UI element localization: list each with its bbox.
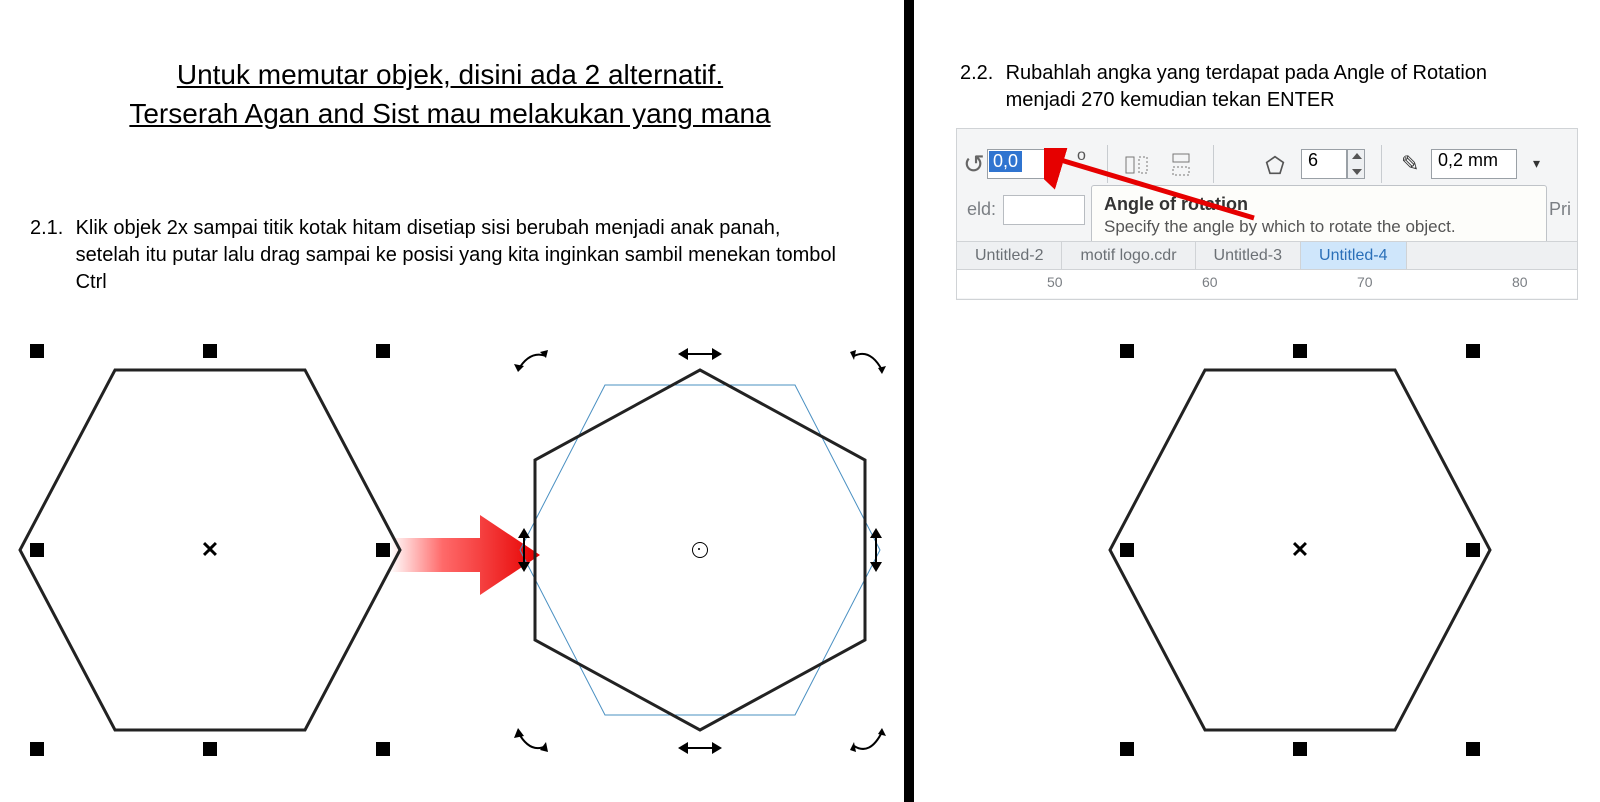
eld-input[interactable] xyxy=(1003,195,1085,225)
object-center-marker: ✕ xyxy=(1291,537,1309,563)
outline-width-dropdown-icon[interactable]: ▾ xyxy=(1533,155,1540,172)
step-2-1-number: 2.1. xyxy=(30,215,70,242)
resize-handle[interactable] xyxy=(376,543,390,557)
eld-label: eld: xyxy=(967,199,996,220)
title-line1: Untuk memutar objek, disini ada 2 altern… xyxy=(177,59,723,90)
resize-handle[interactable] xyxy=(1293,344,1307,358)
skew-handle-icon[interactable] xyxy=(678,344,722,364)
tab-untitled-2[interactable]: Untitled-2 xyxy=(957,242,1062,270)
resize-handle[interactable] xyxy=(1293,742,1307,756)
step-2-2-text: Rubahlah angka yang terdapat pada Angle … xyxy=(1006,60,1546,114)
outline-width-value: 0,2 mm xyxy=(1438,150,1498,170)
tooltip-description: Specify the angle by which to rotate the… xyxy=(1104,217,1534,237)
title-line2: Terserah Agan and Sist mau melakukan yan… xyxy=(129,98,770,129)
resize-handle[interactable] xyxy=(30,543,44,557)
step-2-2-number: 2.2. xyxy=(960,60,1000,87)
rotate-handle-icon[interactable] xyxy=(510,344,554,378)
object-center-marker: ✕ xyxy=(201,537,219,563)
hexagon-selected-resize: ✕ xyxy=(10,330,410,770)
sides-spinner[interactable] xyxy=(1347,149,1365,179)
rotate-handle-icon[interactable] xyxy=(846,344,890,378)
tutorial-title: Untuk memutar objek, disini ada 2 altern… xyxy=(40,55,860,133)
tab-motif-logo[interactable]: motif logo.cdr xyxy=(1062,242,1195,270)
rotation-icon: ↺ xyxy=(963,149,985,180)
vertical-divider xyxy=(904,0,914,802)
resize-handle[interactable] xyxy=(203,742,217,756)
rotate-handle-icon[interactable] xyxy=(510,724,554,758)
rotate-handle-icon[interactable] xyxy=(846,724,890,758)
resize-handle[interactable] xyxy=(1466,543,1480,557)
degree-symbol: o xyxy=(1077,147,1086,165)
separator-icon xyxy=(1213,145,1214,183)
polygon-shape-icon[interactable] xyxy=(1257,147,1293,183)
hexagon-result: ✕ xyxy=(1100,330,1500,770)
ruler-tick: 60 xyxy=(1202,274,1218,290)
hexagon-rotate-mode xyxy=(500,330,900,770)
horizontal-ruler: 50 60 70 80 xyxy=(957,269,1577,298)
resize-handle[interactable] xyxy=(1120,543,1134,557)
step-2-2: 2.2. Rubahlah angka yang terdapat pada A… xyxy=(960,60,1560,114)
step-2-1: 2.1. Klik objek 2x sampai titik kotak hi… xyxy=(30,215,860,296)
rotation-center-marker[interactable] xyxy=(692,542,708,558)
angle-tooltip: Angle of rotation Specify the angle by w… xyxy=(1091,185,1547,248)
separator-icon xyxy=(1107,145,1108,183)
tab-untitled-4[interactable]: Untitled-4 xyxy=(1301,242,1406,270)
resize-handle[interactable] xyxy=(376,742,390,756)
separator-icon xyxy=(1381,145,1382,183)
ruler-tick: 80 xyxy=(1512,274,1528,290)
property-bar: ↺ 0,0 o 6 ✎ 0,2 mm ▾ eld: Pri Angle of r… xyxy=(956,128,1578,300)
resize-handle[interactable] xyxy=(1466,344,1480,358)
skew-handle-icon[interactable] xyxy=(514,528,534,572)
polygon-sides-value: 6 xyxy=(1308,150,1318,170)
tooltip-title: Angle of rotation xyxy=(1104,194,1534,215)
resize-handle[interactable] xyxy=(30,344,44,358)
skew-handle-icon[interactable] xyxy=(678,738,722,758)
outline-pen-icon[interactable]: ✎ xyxy=(1401,151,1419,177)
document-tabs: Untitled-2 motif logo.cdr Untitled-3 Unt… xyxy=(957,241,1577,270)
mirror-vertical-icon[interactable] xyxy=(1163,147,1199,183)
angle-value-selected: 0,0 xyxy=(989,151,1022,172)
resize-handle[interactable] xyxy=(1120,344,1134,358)
skew-handle-icon[interactable] xyxy=(866,528,886,572)
resize-handle[interactable] xyxy=(1120,742,1134,756)
pri-label: Pri xyxy=(1549,199,1571,220)
resize-handle[interactable] xyxy=(30,742,44,756)
resize-handle[interactable] xyxy=(203,344,217,358)
outline-width-input[interactable]: 0,2 mm xyxy=(1431,149,1517,179)
mirror-horizontal-icon[interactable] xyxy=(1119,147,1155,183)
resize-handle[interactable] xyxy=(376,344,390,358)
resize-handle[interactable] xyxy=(1466,742,1480,756)
step-2-1-text: Klik objek 2x sampai titik kotak hitam d… xyxy=(76,215,846,296)
ruler-tick: 70 xyxy=(1357,274,1373,290)
property-bar-row1: ↺ 0,0 o 6 ✎ 0,2 mm ▾ xyxy=(957,141,1577,191)
polygon-sides-input[interactable]: 6 xyxy=(1301,149,1347,179)
tab-untitled-3[interactable]: Untitled-3 xyxy=(1196,242,1301,270)
ruler-tick: 50 xyxy=(1047,274,1063,290)
